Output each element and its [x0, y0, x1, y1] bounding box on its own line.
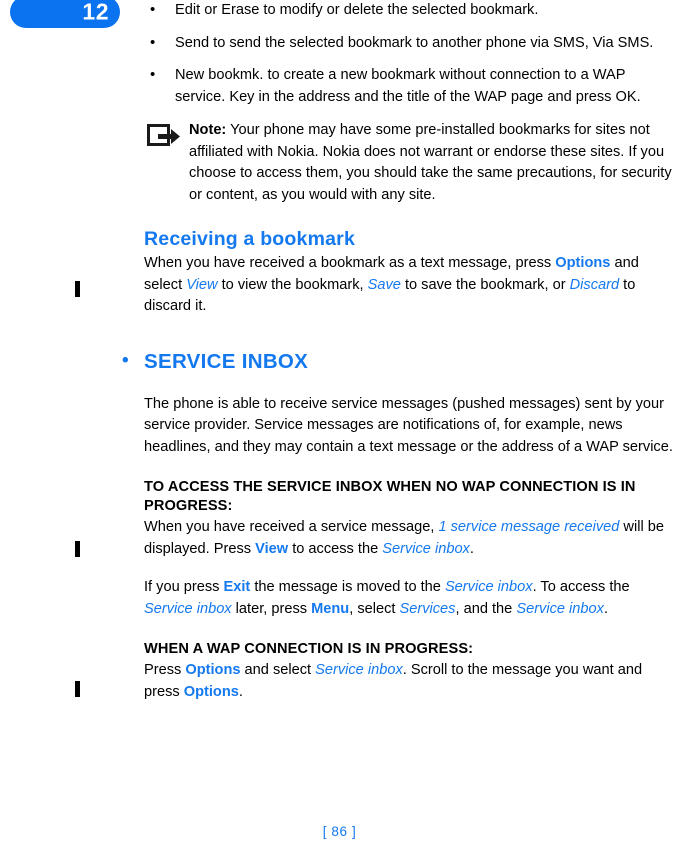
page-number: [ 86 ]	[322, 824, 357, 839]
text-run: .	[603, 600, 609, 617]
keyword-menu: Menu	[311, 600, 350, 617]
list-item: Edit or Erase to modify or delete the se…	[144, 0, 679, 22]
text-run: later, press	[231, 600, 312, 617]
text-run: and select	[240, 662, 316, 678]
ui-term-service-inbox: Service inbox	[315, 662, 403, 678]
text-run: the message is moved to the	[250, 579, 445, 595]
text-run: .	[469, 540, 474, 557]
page-number-footer: [ 86 ]	[0, 824, 679, 839]
ui-term-view: View	[186, 276, 218, 293]
no-wap-connection-paragraph: When you have received a service message…	[144, 517, 679, 560]
list-item: New bookmk. to create a new bookmark wit…	[144, 64, 679, 108]
keyword-options: Options	[185, 662, 241, 678]
wap-in-progress-paragraph: Press Options and select Service inbox. …	[144, 660, 679, 703]
section-heading-service-inbox: • SERVICE INBOX	[122, 349, 679, 374]
ui-term-discard: Discard	[569, 276, 620, 293]
exit-paragraph: If you press Exit the message is moved t…	[144, 577, 679, 620]
heading-bullet-icon: •	[122, 349, 129, 371]
service-inbox-intro: The phone is able to receive service mes…	[144, 395, 673, 455]
change-bar	[75, 541, 80, 557]
section-heading-receiving-a-bookmark: Receiving a bookmark	[144, 228, 355, 250]
keyword-exit: Exit	[223, 579, 251, 595]
text-run: , select	[349, 600, 400, 617]
sub-heading-no-wap-connection: TO ACCESS THE SERVICE INBOX WHEN NO WAP …	[144, 479, 636, 514]
note-body: Your phone may have some pre-installed b…	[189, 122, 672, 203]
text-run: If you press	[144, 579, 224, 595]
change-bar	[75, 681, 80, 697]
ui-term-service-inbox: Service inbox	[144, 600, 232, 617]
keyword-view: View	[255, 540, 289, 557]
bookmark-options-list: Edit or Erase to modify or delete the se…	[144, 0, 679, 108]
note-arrow-icon	[147, 124, 181, 150]
ui-term-services: Services	[399, 600, 456, 617]
heading-label: SERVICE INBOX	[144, 349, 309, 373]
ui-term-save: Save	[367, 276, 401, 293]
note-text: Note: Your phone may have some pre-insta…	[189, 120, 679, 206]
page-content: Edit or Erase to modify or delete the se…	[122, 0, 679, 703]
ui-term-service-message-received: 1 service message received	[438, 519, 620, 535]
ui-term-service-inbox: Service inbox	[516, 600, 604, 617]
text-run: When you have received a service message…	[144, 519, 439, 535]
text-run: to save the bookmark, or	[400, 276, 570, 293]
text-run: .	[238, 683, 243, 700]
text-run: to access the	[288, 540, 383, 557]
text-run: Press	[144, 662, 186, 678]
receiving-paragraph: When you have received a bookmark as a t…	[144, 253, 679, 318]
text-run: . To access the	[532, 579, 630, 595]
keyword-options: Options	[183, 683, 239, 700]
text-run: to view the bookmark,	[217, 276, 368, 293]
sub-heading-wap-connection-in-progress: WHEN A WAP CONNECTION IS IN PROGRESS:	[144, 641, 474, 657]
list-item: Send to send the selected bookmark to an…	[144, 32, 679, 55]
chapter-number-badge: 12	[10, 0, 120, 28]
keyword-options: Options	[555, 255, 611, 271]
ui-term-service-inbox: Service inbox	[382, 540, 470, 557]
note-callout: Note: Your phone may have some pre-insta…	[144, 120, 679, 206]
text-run: When you have received a bookmark as a t…	[144, 255, 556, 271]
ui-term-service-inbox: Service inbox	[444, 579, 533, 595]
note-label: Note:	[189, 122, 227, 138]
text-run: , and the	[455, 600, 517, 617]
chapter-number: 12	[82, 0, 109, 25]
change-bar	[75, 281, 80, 297]
